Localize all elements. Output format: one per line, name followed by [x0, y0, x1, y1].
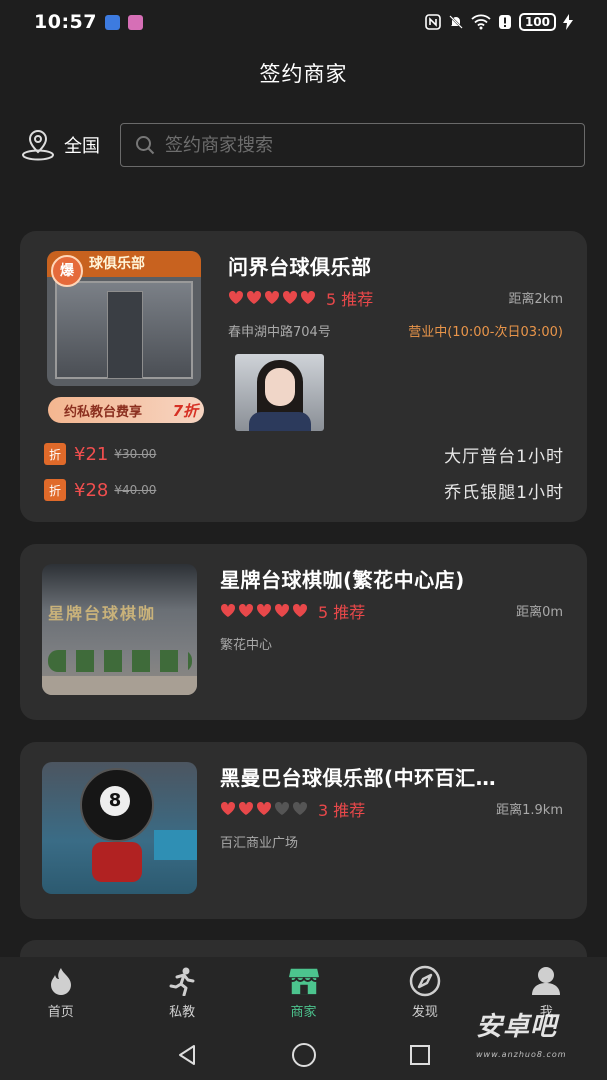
- rating-text: 5 推荐: [318, 603, 366, 622]
- user-icon: [530, 965, 562, 997]
- wifi-icon: [471, 14, 491, 30]
- nav-label: 首页: [47, 1005, 74, 1020]
- nav-label: 私教: [169, 1005, 196, 1020]
- nfc-icon: [425, 14, 441, 30]
- rating: 3 推荐: [220, 797, 365, 821]
- merchant-thumbnail: 8: [42, 762, 197, 894]
- storefront-door: [107, 291, 143, 379]
- nav-label: 商家: [290, 1005, 317, 1020]
- recents-icon[interactable]: [408, 1043, 432, 1067]
- heart-icon: [246, 290, 262, 304]
- address: 繁花中心: [220, 638, 273, 653]
- merchant-card[interactable]: 8 黑曼巴台球俱乐部(中环百汇… 3 推荐 距离1.9km 百汇商业广场: [20, 742, 587, 919]
- nav-item-home[interactable]: 首页: [0, 957, 121, 1029]
- heart-icon: [264, 290, 280, 304]
- rating: 5 推荐: [220, 599, 365, 623]
- rating: 5 推荐: [228, 286, 373, 310]
- alert-icon: [498, 15, 511, 29]
- promo-discount: 7折: [172, 401, 198, 420]
- region-selector[interactable]: 全国: [20, 128, 120, 162]
- floor: [42, 676, 197, 695]
- nav-label: 发现: [411, 1005, 438, 1020]
- flame-icon: [45, 965, 77, 997]
- heart-icon: [292, 603, 308, 617]
- address: 百汇商业广场: [220, 836, 299, 851]
- compass-icon: [409, 965, 441, 997]
- watermark-text: 安卓吧: [476, 1012, 558, 1042]
- deal-row[interactable]: 折 ¥28 ¥40.00 乔氏银腿1小时: [44, 478, 564, 503]
- home-circle-icon[interactable]: [291, 1042, 317, 1068]
- plant-row: [48, 650, 192, 672]
- business-hours: 营业中(10:00-次日03:00): [408, 325, 563, 340]
- pool-table: [154, 830, 197, 860]
- mascot-body: [92, 842, 142, 882]
- nav-item-merchant[interactable]: 商家: [243, 957, 364, 1029]
- usb-icon: [104, 14, 120, 30]
- heart-icon: [274, 603, 290, 617]
- deal-original-price: ¥40.00: [114, 483, 157, 497]
- heart-icon: [282, 290, 298, 304]
- distance: 距离2km: [508, 292, 563, 307]
- rating-text: 5 推荐: [326, 290, 374, 309]
- deal-price: ¥28: [74, 479, 109, 501]
- deal-price: ¥21: [74, 443, 109, 465]
- watermark: 安卓吧 www.anzhuo8.com: [476, 1012, 586, 1070]
- nav-item-coach[interactable]: 私教: [121, 957, 242, 1029]
- heart-icon: [238, 801, 254, 815]
- app-icon: [127, 14, 143, 30]
- deal-name: 大厅普台1小时: [444, 446, 564, 467]
- rating-text: 3 推荐: [318, 801, 366, 820]
- heart-icon: [256, 801, 272, 815]
- heart-icon: [220, 603, 236, 617]
- merchant-card[interactable]: 球俱乐部 爆 约私教台费享 7折 问界台球俱乐部 5 推荐 距离2km 春申湖中…: [20, 231, 587, 522]
- distance: 距离1.9km: [496, 803, 563, 818]
- status-time: 10:57: [34, 11, 97, 33]
- merchant-name: 问界台球俱乐部: [228, 255, 372, 279]
- merchant-thumbnail: 星牌台球棋咖: [42, 564, 197, 695]
- deal-original-price: ¥30.00: [114, 447, 157, 461]
- mascot-eight: 8: [100, 786, 130, 816]
- search-icon: [136, 136, 155, 155]
- discount-tag: 折: [44, 443, 66, 465]
- nav-item-discover[interactable]: 发现: [364, 957, 485, 1029]
- back-icon[interactable]: [176, 1043, 200, 1067]
- status-bar: 10:57 100: [0, 0, 607, 44]
- merchant-name: 黑曼巴台球俱乐部(中环百汇…: [220, 766, 497, 790]
- mute-icon: [449, 15, 463, 29]
- heart-icon: [256, 603, 272, 617]
- charging-icon: [563, 14, 573, 30]
- merchant-thumbnail: 球俱乐部 爆: [47, 251, 201, 386]
- watermark-sub: www.anzhuo8.com: [476, 1050, 567, 1059]
- heart-icon: [300, 290, 316, 304]
- runner-icon: [166, 965, 198, 997]
- discount-tag: 折: [44, 479, 66, 501]
- page-title: 签约商家: [259, 62, 348, 86]
- search-row: 全国: [20, 123, 585, 167]
- heart-icon: [220, 801, 236, 815]
- address: 春申湖中路704号: [228, 325, 331, 340]
- promo-text: 约私教台费享: [64, 404, 143, 420]
- heart-empty-icon: [274, 801, 290, 815]
- battery-icon: 100: [518, 13, 556, 31]
- coach-face: [265, 368, 295, 406]
- hot-badge: 爆: [51, 255, 83, 287]
- promo-badge: 约私教台费享 7折: [48, 397, 204, 423]
- deal-name: 乔氏银腿1小时: [444, 482, 564, 503]
- wall-sign: 星牌台球棋咖: [48, 604, 157, 623]
- merchant-name: 星牌台球棋咖(繁花中心店): [220, 568, 465, 592]
- heart-empty-icon: [292, 801, 308, 815]
- coach-clothes: [249, 412, 311, 431]
- merchant-card[interactable]: 星牌台球棋咖 星牌台球棋咖(繁花中心店) 5 推荐 距离0m 繁花中心: [20, 544, 587, 720]
- region-label: 全国: [64, 136, 100, 157]
- location-pin-icon: [22, 129, 54, 161]
- status-icons: 100: [425, 13, 573, 31]
- heart-icon: [228, 290, 244, 304]
- coach-avatar[interactable]: [235, 354, 324, 431]
- heart-icon: [238, 603, 254, 617]
- search-input[interactable]: [165, 134, 570, 156]
- distance: 距离0m: [516, 605, 563, 620]
- store-icon: [287, 965, 320, 997]
- search-box[interactable]: [120, 123, 585, 167]
- deal-row[interactable]: 折 ¥21 ¥30.00 大厅普台1小时: [44, 442, 564, 467]
